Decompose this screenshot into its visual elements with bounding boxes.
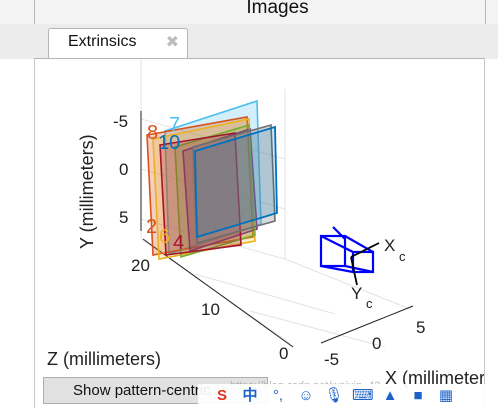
images-panel-header: Images — [0, 0, 498, 25]
pattern-label: 8 — [147, 122, 158, 144]
tab-extrinsics-label: Extrinsics — [68, 33, 137, 50]
z-tick-label: 10 — [201, 300, 220, 319]
chinese-mode-icon[interactable]: 中 — [240, 386, 260, 406]
pattern-label: 10 — [158, 132, 180, 154]
pattern-label: 4 — [173, 232, 184, 254]
extrinsics-3d-plot[interactable]: 8 7 10 2 6 4 X c Y c -5 0 5 20 10 0 5 0 … — [35, 59, 484, 409]
z-tick-label: 20 — [131, 256, 150, 275]
microphone-icon[interactable]: 🎙 — [324, 386, 344, 406]
y-tick-label: 0 — [119, 160, 128, 179]
tab-extrinsics[interactable]: Extrinsics ✖ — [48, 28, 188, 58]
pattern-label: 6 — [159, 226, 170, 248]
camera-y-subscript: c — [366, 296, 373, 311]
emoji-icon[interactable]: ☺ — [296, 386, 316, 406]
images-panel-title: Images — [246, 0, 309, 18]
s-logo-icon[interactable]: S — [212, 386, 232, 406]
grid-icon[interactable]: ▦ — [436, 386, 456, 406]
z-axis-title: Z (millimeters) — [47, 349, 161, 369]
skin-icon[interactable]: ▲ — [380, 386, 400, 406]
x-tick-label: -5 — [324, 350, 339, 369]
camera-y-label: Y — [351, 284, 362, 303]
keyboard-icon[interactable]: ⌨ — [352, 386, 374, 406]
punctuation-icon[interactable]: °, — [268, 386, 288, 406]
z-tick-label: 0 — [279, 344, 288, 363]
camera-x-subscript: c — [399, 249, 406, 264]
shirt-icon[interactable]: ■ — [408, 386, 428, 406]
camera-axes — [350, 242, 380, 286]
camera-x-label: X — [384, 236, 395, 255]
y-tick-label: 5 — [119, 208, 128, 227]
y-axis-title: Y (millimeters) — [77, 134, 97, 249]
x-tick-label: 5 — [416, 318, 425, 337]
x-tick-label: 0 — [372, 334, 381, 353]
close-icon[interactable]: ✖ — [166, 32, 179, 52]
extrinsics-panel: 8 7 10 2 6 4 X c Y c -5 0 5 20 10 0 5 0 … — [34, 58, 485, 408]
ime-toolbar: S 中 °, ☺ 🎙 ⌨ ▲ ■ ▦ — [198, 384, 498, 408]
y-tick-label: -5 — [113, 112, 128, 131]
pattern-label: 2 — [146, 216, 157, 238]
